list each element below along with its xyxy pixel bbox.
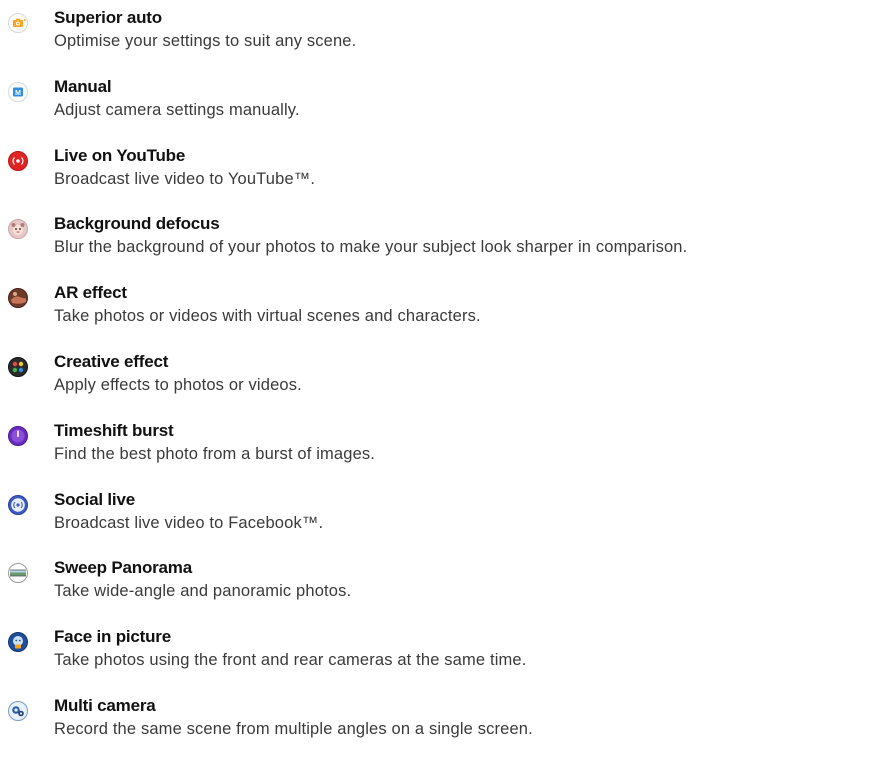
mode-title: Social live bbox=[54, 489, 135, 509]
mode-description: Optimise your settings to suit any scene… bbox=[54, 32, 357, 50]
mode-description: Apply effects to photos or videos. bbox=[54, 375, 302, 394]
mode-title: Manual bbox=[54, 76, 112, 96]
mode-item-timeshift-burst[interactable]: Timeshift burst Find the best photo from… bbox=[0, 420, 874, 489]
mode-title: Superior auto bbox=[54, 8, 162, 27]
mode-description: Blur the background of your photos to ma… bbox=[54, 238, 688, 257]
camera-mode-list: Superior auto Optimise your settings to … bbox=[0, 7, 874, 764]
manual-icon: M bbox=[8, 81, 28, 102]
mode-description: Adjust camera settings manually. bbox=[54, 100, 300, 119]
sweep-panorama-icon bbox=[8, 563, 28, 584]
mode-item-sweep-panorama[interactable]: Sweep Panorama Take wide-angle and panor… bbox=[0, 557, 874, 626]
mode-title: Background defocus bbox=[54, 214, 220, 234]
social-live-icon bbox=[8, 494, 28, 515]
mode-item-superior-auto[interactable]: Superior auto Optimise your settings to … bbox=[0, 7, 874, 76]
mode-title: Timeshift burst bbox=[54, 420, 174, 440]
youtube-live-icon bbox=[8, 150, 28, 171]
timeshift-burst-icon bbox=[8, 425, 28, 446]
mode-item-multi-camera[interactable]: Multi camera Record the same scene from … bbox=[0, 695, 874, 764]
superior-auto-icon bbox=[8, 13, 28, 33]
face-in-picture-icon bbox=[8, 632, 28, 653]
mode-description: Take wide-angle and panoramic photos. bbox=[54, 582, 352, 601]
mode-title: AR effect bbox=[54, 283, 127, 303]
multi-camera-icon bbox=[8, 700, 28, 721]
mode-item-youtube-live[interactable]: Live on YouTube Broadcast live video to … bbox=[0, 145, 874, 214]
mode-item-background-defocus[interactable]: Background defocus Blur the background o… bbox=[0, 213, 874, 282]
background-defocus-icon bbox=[8, 219, 28, 240]
mode-title: Creative effect bbox=[54, 351, 169, 371]
mode-description: Broadcast live video to YouTube™. bbox=[54, 169, 316, 188]
mode-description: Take photos using the front and rear cam… bbox=[54, 651, 527, 670]
mode-description: Broadcast live video to Facebook™. bbox=[54, 513, 324, 532]
mode-item-creative-effect[interactable]: Creative effect Apply effects to photos … bbox=[0, 351, 874, 420]
mode-title: Face in picture bbox=[54, 627, 171, 647]
mode-description: Record the same scene from multiple angl… bbox=[54, 719, 533, 738]
mode-item-manual[interactable]: M Manual Adjust camera settings manually… bbox=[0, 76, 874, 145]
mode-title: Sweep Panorama bbox=[54, 558, 192, 578]
mode-description: Find the best photo from a burst of imag… bbox=[54, 444, 376, 463]
mode-item-social-live[interactable]: Social live Broadcast live video to Face… bbox=[0, 489, 874, 558]
mode-item-ar-effect[interactable]: AR effect Take photos or videos with vir… bbox=[0, 282, 874, 351]
mode-item-face-in-picture[interactable]: Face in picture Take photos using the fr… bbox=[0, 626, 874, 695]
mode-title: Live on YouTube bbox=[54, 145, 186, 165]
ar-effect-icon bbox=[8, 288, 28, 309]
svg-text:M: M bbox=[15, 90, 21, 97]
mode-description: Take photos or videos with virtual scene… bbox=[54, 307, 481, 326]
creative-effect-icon bbox=[8, 356, 28, 377]
mode-title: Multi camera bbox=[54, 695, 156, 715]
